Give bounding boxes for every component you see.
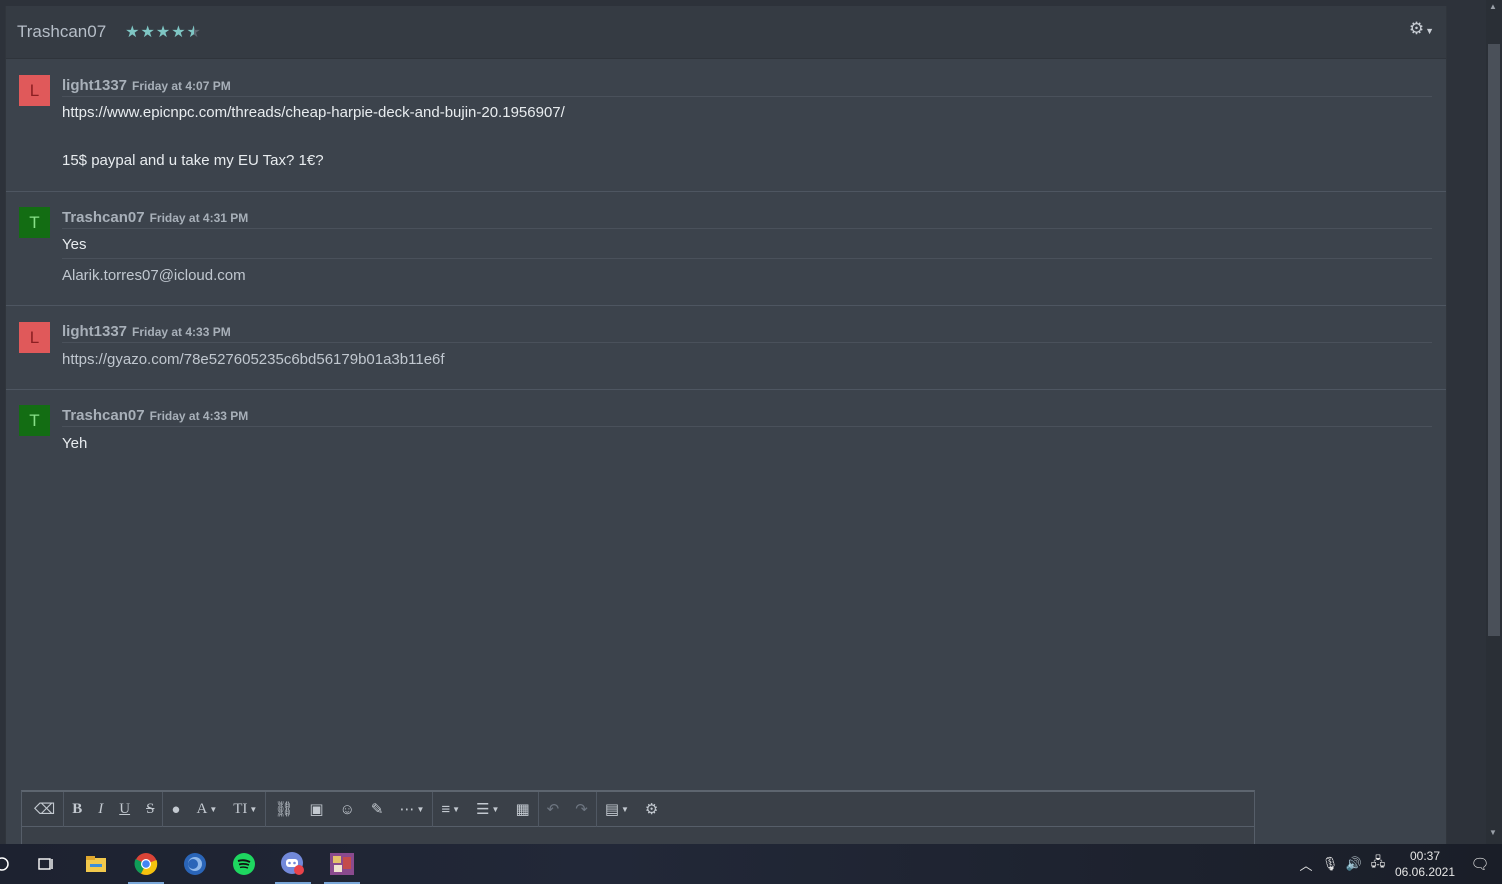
message-header: Trashcan07 Friday at 4:33 PM: [62, 407, 1432, 427]
app-blue-icon[interactable]: [175, 844, 215, 884]
chevron-up-icon[interactable]: ︿: [1294, 844, 1318, 884]
message-header: light1337 Friday at 4:07 PM: [62, 77, 1432, 97]
options-icon[interactable]: ⚙: [637, 796, 666, 822]
image-icon[interactable]: ▣: [301, 796, 331, 822]
task-view-icon[interactable]: [26, 844, 66, 884]
gear-icon: ⚙: [1408, 19, 1425, 38]
message-link[interactable]: https://gyazo.com/78e527605235c6bd56179b…: [62, 351, 445, 368]
font-family-icon[interactable]: A ▼: [188, 796, 225, 822]
message-text: Yeh: [62, 435, 88, 452]
star-icon: ★: [125, 24, 140, 41]
star-icon: ★: [155, 24, 171, 41]
eraser-icon[interactable]: ⌫: [26, 796, 63, 822]
notification-center-icon[interactable]: 🗨: [1458, 844, 1502, 884]
volume-icon[interactable]: 🔊: [1342, 844, 1366, 884]
smiley-icon[interactable]: ☺: [332, 796, 363, 822]
message-text: Alarik.torres07@icloud.com: [62, 267, 246, 284]
font-size-icon[interactable]: TI ▼: [225, 796, 265, 822]
message-header: light1337 Friday at 4:33 PM: [62, 323, 1432, 343]
message-header: Trashcan07 Friday at 4:31 PM: [62, 209, 1432, 229]
media-icon[interactable]: ✎: [363, 796, 392, 822]
color-icon[interactable]: ●: [163, 796, 188, 822]
message-time: Friday at 4:33 PM: [132, 325, 231, 339]
conversation-header: Trashcan07 ★ ★ ★ ★ ★ ⚙ ▼: [6, 6, 1446, 59]
caret-down-icon: ▼: [1425, 25, 1434, 36]
avatar[interactable]: L: [19, 322, 50, 353]
clock-date: 06.06.2021: [1394, 865, 1456, 879]
drafts-icon[interactable]: ▤ ▼: [597, 796, 637, 822]
scroll-thumb[interactable]: [1488, 44, 1500, 636]
message-author[interactable]: Trashcan07: [62, 209, 145, 226]
microphone-muted-icon[interactable]: 🎙: [1318, 844, 1342, 884]
strikethrough-icon[interactable]: S: [138, 796, 162, 822]
underline-icon[interactable]: U: [111, 796, 138, 822]
reply-editor[interactable]: ⌫ B I U S ● A ▼ TI ▼ ⛓ ▣ ☺ ✎ ⋯ ▼ ≡ ▼ ☰ ▼ ▦ ↶ …: [21, 790, 1255, 846]
chrome-icon[interactable]: [126, 844, 166, 884]
page-scrollbar[interactable]: ▲ ▼: [1486, 0, 1502, 844]
avatar[interactable]: L: [19, 75, 50, 106]
spotify-icon[interactable]: [224, 844, 264, 884]
message-author[interactable]: light1337: [62, 77, 127, 94]
clock-time: 00:37: [1409, 849, 1441, 863]
message-author[interactable]: Trashcan07: [62, 407, 145, 424]
scroll-up-icon[interactable]: ▲: [1489, 2, 1497, 11]
game-icon[interactable]: [322, 844, 362, 884]
message-time: Friday at 4:31 PM: [149, 211, 249, 225]
scroll-down-icon[interactable]: ▼: [1489, 828, 1497, 837]
rating-stars: ★ ★ ★ ★ ★: [125, 25, 201, 41]
partner-name[interactable]: Trashcan07: [17, 22, 106, 42]
link-icon[interactable]: ⛓: [266, 796, 301, 822]
network-icon[interactable]: 🖧: [1366, 844, 1390, 884]
message-text: Yes: [62, 236, 87, 253]
bold-icon[interactable]: B: [64, 796, 90, 822]
star-icon: ★: [140, 24, 155, 41]
avatar[interactable]: T: [19, 207, 50, 238]
message-author[interactable]: light1337: [62, 323, 127, 340]
message: T Trashcan07 Friday at 4:33 PM Yeh: [6, 390, 1446, 480]
star-icon: ★: [171, 24, 186, 41]
conversation-panel: Trashcan07 ★ ★ ★ ★ ★ ⚙ ▼ L light1337 Frid…: [5, 6, 1447, 846]
italic-icon[interactable]: I: [90, 796, 111, 822]
half-star-icon: ★: [186, 24, 201, 41]
message-text: 15$ paypal and u take my EU Tax? 1€?: [62, 152, 324, 169]
insert-more-icon[interactable]: ⋯ ▼: [391, 796, 432, 822]
avatar[interactable]: T: [19, 405, 50, 436]
redo-icon[interactable]: ↷: [567, 796, 596, 822]
taskbar-clock[interactable]: 00:37 06.06.2021: [1392, 848, 1458, 880]
windows-taskbar: ︿ 🎙 🔊 🖧 00:37 06.06.2021 🗨: [0, 844, 1502, 884]
message-time: Friday at 4:33 PM: [149, 409, 249, 423]
list-icon[interactable]: ☰ ▼: [468, 796, 507, 822]
search-icon[interactable]: [0, 844, 22, 884]
align-icon[interactable]: ≡ ▼: [433, 796, 468, 822]
message: T Trashcan07 Friday at 4:31 PM Yes Alari…: [6, 192, 1446, 306]
message-divider: [62, 258, 1432, 259]
discord-icon[interactable]: [273, 844, 313, 884]
message-link[interactable]: https://www.epicnpc.com/threads/cheap-ha…: [62, 104, 565, 121]
message-time: Friday at 4:07 PM: [132, 79, 231, 93]
message: L light1337 Friday at 4:07 PM https://ww…: [6, 60, 1446, 192]
message: L light1337 Friday at 4:33 PM https://gy…: [6, 306, 1446, 390]
undo-icon[interactable]: ↶: [539, 796, 568, 822]
settings-dropdown-button[interactable]: ⚙ ▼: [1409, 19, 1434, 39]
table-icon[interactable]: ▦: [507, 796, 537, 822]
editor-toolbar: ⌫ B I U S ● A ▼ TI ▼ ⛓ ▣ ☺ ✎ ⋯ ▼ ≡ ▼ ☰ ▼ ▦ ↶ …: [22, 791, 1254, 827]
file-explorer-icon[interactable]: [76, 844, 116, 884]
system-tray: ︿ 🎙 🔊 🖧 00:37 06.06.2021 🗨: [1294, 844, 1502, 884]
